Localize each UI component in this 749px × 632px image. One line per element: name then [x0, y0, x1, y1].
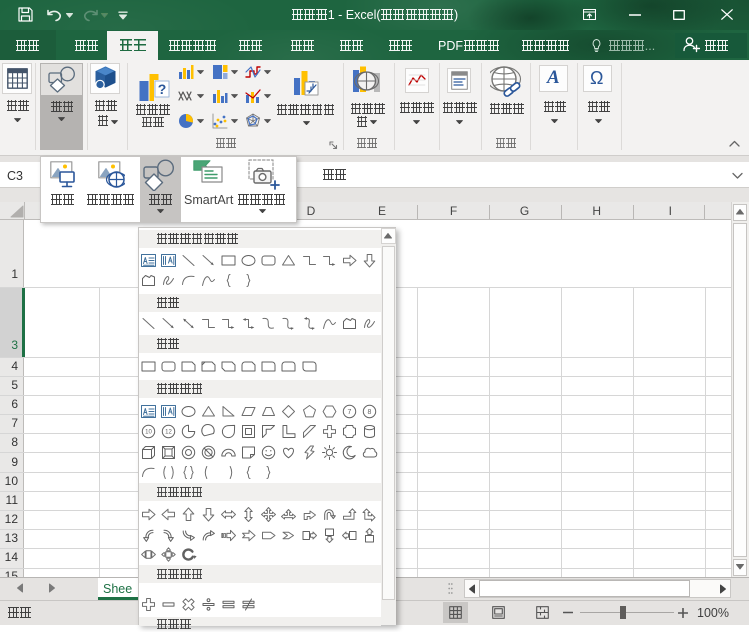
- svg-text:7: 7: [348, 409, 352, 416]
- svg-text:?: ?: [158, 81, 167, 97]
- svg-text:12: 12: [165, 430, 172, 436]
- svg-text:10: 10: [145, 430, 152, 436]
- svg-text:8: 8: [368, 409, 372, 416]
